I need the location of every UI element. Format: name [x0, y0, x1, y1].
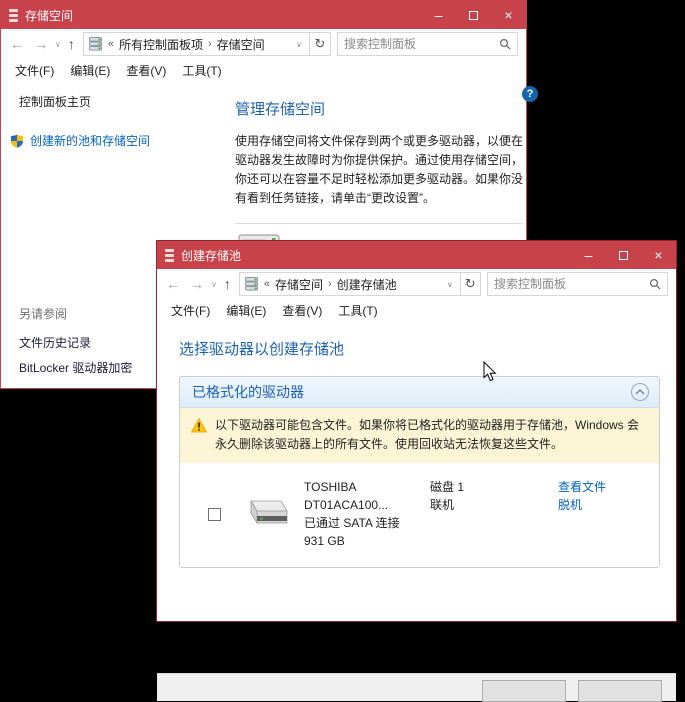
chevron-up-icon — [635, 389, 645, 395]
warning-icon — [191, 418, 207, 433]
main-pane: 选择驱动器以创建存储池 已格式化的驱动器 以下驱动器可能包含文件。如果你将已格式… — [157, 321, 676, 621]
drive-disk-number: 磁盘 1 — [430, 478, 558, 496]
window-title: 创建存储池 — [181, 247, 241, 264]
hard-drive-icon — [241, 498, 289, 528]
breadcrumb-guillemet: « — [264, 278, 270, 290]
drive-connection: 已通过 SATA 连接 — [304, 514, 430, 532]
titlebar[interactable]: 创建存储池 – × — [157, 241, 676, 269]
address-bar[interactable]: « 所有控制面板项 › 存储空间 ∨ — [83, 32, 310, 56]
menu-bar: 文件(F) 编辑(E) 查看(V) 工具(T) — [1, 59, 526, 81]
breadcrumb-separator-icon: › — [208, 38, 212, 50]
sidebar-item-file-history[interactable]: 文件历史记录 — [19, 334, 132, 351]
search-box[interactable] — [487, 272, 668, 296]
see-also-heading: 另请参阅 — [19, 305, 132, 322]
storage-spaces-description: 使用存储空间将文件保存到两个或更多驱动器，以便在驱动器发生故障时为你提供保护。通… — [235, 132, 528, 208]
page-title: 管理存储空间 — [235, 98, 528, 119]
back-icon[interactable]: ← — [161, 276, 185, 292]
close-button[interactable]: × — [491, 1, 526, 29]
breadcrumb-separator-icon: › — [328, 278, 332, 290]
drive-size: 931 GB — [304, 532, 430, 550]
formatted-drives-header[interactable]: 已格式化的驱动器 — [180, 377, 659, 408]
close-button[interactable]: × — [641, 241, 676, 269]
recent-pages-icon[interactable]: ∨ — [53, 40, 63, 49]
breadcrumb-guillemet: « — [108, 38, 114, 50]
window-title: 存储空间 — [25, 7, 73, 24]
refresh-icon[interactable]: ↻ — [310, 32, 331, 56]
cancel-button[interactable] — [578, 680, 662, 702]
menu-view[interactable]: 查看(V) — [118, 62, 174, 79]
help-icon[interactable]: ? — [522, 86, 538, 102]
search-box[interactable] — [337, 32, 518, 56]
dialog-footer — [157, 673, 676, 701]
menu-tools[interactable]: 工具(T) — [330, 302, 385, 319]
formatted-drives-title: 已格式化的驱动器 — [192, 382, 304, 402]
address-dropdown-icon[interactable]: ∨ — [293, 40, 305, 49]
maximize-icon — [619, 251, 628, 260]
drive-status: 联机 — [430, 496, 558, 514]
address-toolbar: ← → ∨ ↑ « 存储空间 › 创建存储池 ∨ ↻ — [157, 269, 676, 299]
create-storage-pool-window: 创建存储池 – × ← → ∨ ↑ « 存储空间 › 创建存 — [156, 240, 677, 622]
address-bar[interactable]: « 存储空间 › 创建存储池 ∨ — [239, 272, 461, 296]
address-dropdown-icon[interactable]: ∨ — [444, 280, 456, 289]
up-icon[interactable]: ↑ — [63, 36, 80, 52]
maximize-button[interactable] — [456, 1, 491, 29]
menu-tools[interactable]: 工具(T) — [174, 62, 229, 79]
up-icon[interactable]: ↑ — [219, 276, 236, 292]
collapse-section-button[interactable] — [631, 383, 649, 401]
view-files-link[interactable]: 查看文件 — [558, 478, 606, 496]
divider — [235, 223, 523, 224]
address-toolbar: ← → ∨ ↑ « 所有控制面板项 › 存储空间 ∨ ↻ — [1, 29, 526, 59]
breadcrumb-item-all-control-panel[interactable]: 所有控制面板项 — [119, 36, 203, 53]
search-icon — [649, 278, 661, 290]
forward-icon[interactable]: → — [185, 276, 209, 292]
warning-banner: 以下驱动器可能包含文件。如果你将已格式化的驱动器用于存储池，Windows 会永… — [180, 408, 659, 463]
drive-name: TOSHIBA DT01ACA100... — [304, 478, 430, 514]
maximize-icon — [469, 11, 478, 20]
recent-pages-icon[interactable]: ∨ — [209, 280, 219, 289]
storage-app-icon — [165, 249, 174, 262]
sidebar-item-control-panel-home[interactable]: 控制面板主页 — [19, 93, 219, 110]
menu-file[interactable]: 文件(F) — [163, 302, 218, 319]
menu-file[interactable]: 文件(F) — [7, 62, 62, 79]
sidebar-item-create-pool[interactable]: 创建新的池和存储空间 — [10, 132, 219, 149]
forward-icon[interactable]: → — [29, 36, 53, 52]
breadcrumb-item-create-pool[interactable]: 创建存储池 — [337, 276, 397, 293]
take-offline-link[interactable]: 脱机 — [558, 496, 606, 514]
next-button[interactable] — [482, 680, 566, 702]
search-input[interactable] — [344, 37, 499, 51]
drive-checkbox[interactable] — [208, 508, 221, 521]
menu-edit[interactable]: 编辑(E) — [218, 302, 274, 319]
sidebar-item-bitlocker[interactable]: BitLocker 驱动器加密 — [19, 359, 132, 376]
refresh-icon[interactable]: ↻ — [461, 272, 481, 296]
search-input[interactable] — [494, 277, 649, 291]
search-icon — [499, 38, 511, 50]
menu-bar: 文件(F) 编辑(E) 查看(V) 工具(T) — [157, 299, 676, 321]
back-icon[interactable]: ← — [5, 36, 29, 52]
minimize-button[interactable]: – — [421, 1, 456, 29]
uac-shield-icon — [10, 134, 24, 148]
warning-text: 以下驱动器可能包含文件。如果你将已格式化的驱动器用于存储池，Windows 会永… — [215, 416, 645, 454]
menu-edit[interactable]: 编辑(E) — [62, 62, 118, 79]
menu-view[interactable]: 查看(V) — [274, 302, 330, 319]
sidebar-create-pool-label: 创建新的池和存储空间 — [30, 132, 150, 149]
storage-app-icon — [9, 9, 18, 22]
minimize-button[interactable]: – — [571, 241, 606, 269]
breadcrumb-item-storage-spaces[interactable]: 存储空间 — [217, 36, 265, 53]
maximize-button[interactable] — [606, 241, 641, 269]
address-location-icon — [245, 277, 258, 291]
formatted-drives-section: 已格式化的驱动器 以下驱动器可能包含文件。如果你将已格式化的驱动器用于存储池，W… — [179, 376, 660, 568]
drive-row: TOSHIBA DT01ACA100... 已通过 SATA 连接 931 GB… — [180, 463, 659, 567]
titlebar[interactable]: 存储空间 – × — [1, 1, 526, 29]
address-location-icon — [89, 37, 102, 51]
breadcrumb-item-storage-spaces[interactable]: 存储空间 — [275, 276, 323, 293]
page-title: 选择驱动器以创建存储池 — [179, 338, 676, 359]
